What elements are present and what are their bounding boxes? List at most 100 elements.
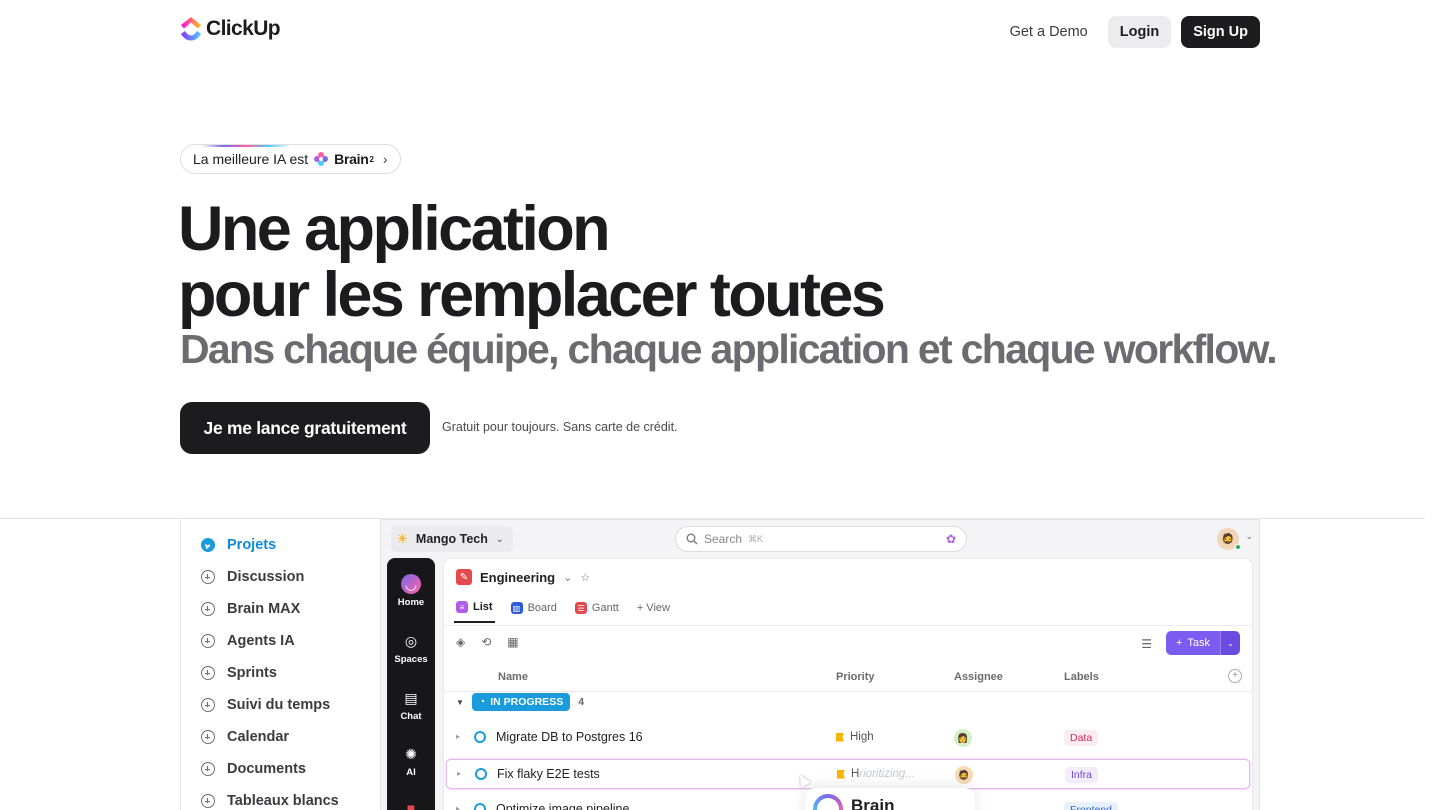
add-task-button[interactable]: + Task ⌄: [1165, 631, 1240, 655]
label-tag[interactable]: Data: [1064, 730, 1099, 746]
plus-circle-icon: [201, 570, 215, 584]
chat-icon: ▤: [404, 690, 418, 706]
priority-cell[interactable]: High: [836, 731, 874, 743]
workspace-switcher[interactable]: ✳ Mango Tech ⌄: [391, 526, 514, 552]
flag-icon: [836, 732, 844, 742]
chevron-down-icon[interactable]: ⌄: [1245, 531, 1253, 542]
rail-item-ai[interactable]: ✺ AI: [387, 744, 435, 778]
brain-announcement-pill[interactable]: La meilleure IA est Brain 2 ›: [180, 144, 401, 174]
label-tag[interactable]: Infra: [1065, 767, 1099, 783]
column-header-assignee[interactable]: Assignee: [954, 671, 1003, 683]
priority-cell[interactable]: Hrioritizing...: [837, 768, 915, 780]
list-view-panel: ✎ Engineering ⌄ ☆ ≡ List ▥ Board ☰ Gantt + …: [443, 558, 1254, 810]
rail-item-chat[interactable]: ▤ Chat: [387, 688, 435, 722]
start-free-button[interactable]: Je me lance gratuitement: [180, 402, 430, 454]
top-nav: ClickUp Get a Demo Login Sign Up: [0, 0, 1440, 64]
filter-icon[interactable]: ☰: [1141, 637, 1152, 651]
clickup-logo-icon: [181, 17, 201, 41]
signup-button[interactable]: Sign Up: [1181, 16, 1260, 48]
apps-icon: ■: [406, 800, 416, 810]
caret-right-icon[interactable]: ▸: [456, 804, 460, 810]
columns-icon[interactable]: ▦: [507, 635, 518, 649]
pill-brand: Brain: [334, 151, 369, 167]
feature-item-brain-max[interactable]: Brain MAX: [201, 601, 300, 617]
assignee-avatar[interactable]: 👩: [954, 729, 972, 747]
ai-spark-icon[interactable]: ✿: [946, 532, 956, 546]
layers-icon[interactable]: ◈: [456, 635, 465, 649]
status-circle-icon[interactable]: [475, 768, 487, 780]
caret-right-icon[interactable]: ▸: [456, 732, 460, 741]
hero-title: Une application pour les remplacer toute…: [178, 196, 886, 330]
column-header-labels[interactable]: Labels: [1064, 671, 1099, 683]
get-demo-link[interactable]: Get a Demo: [1000, 16, 1098, 48]
feature-item-projets[interactable]: Projets: [201, 537, 276, 553]
chevron-down-icon: ⌄: [495, 533, 504, 544]
task-name[interactable]: Fix flaky E2E tests: [497, 767, 600, 781]
space-header[interactable]: ✎ Engineering ⌄ ☆: [456, 569, 590, 585]
plus-icon: +: [1175, 637, 1183, 649]
search-shortcut: ⌘K: [748, 533, 764, 544]
rail-item-home[interactable]: ◡ Home: [387, 574, 435, 608]
status-circle-icon[interactable]: [474, 731, 486, 743]
chevron-right-icon: ›: [382, 151, 388, 167]
feature-item-discussion[interactable]: Discussion: [201, 569, 304, 585]
clickup-logo[interactable]: ClickUp: [180, 16, 281, 42]
table-row[interactable]: ▸ Migrate DB to Postgres 16 High 👩 Data: [446, 723, 1250, 753]
feature-list: Projets Discussion Brain MAX Agents IA S…: [180, 519, 380, 810]
hero-subtitle: Dans chaque équipe, chaque application e…: [180, 326, 1278, 372]
feature-label: Calendar: [227, 729, 290, 745]
online-status-dot: [1235, 544, 1241, 550]
board-view-icon: ▥: [510, 602, 523, 614]
search-input[interactable]: Search ⌘K ✿: [675, 526, 967, 552]
space-name: Engineering: [480, 569, 556, 585]
add-task-main[interactable]: + Task: [1165, 631, 1220, 655]
nav-actions: Get a Demo Login Sign Up: [1000, 16, 1260, 48]
status-circle-icon[interactable]: [474, 803, 486, 810]
chevron-down-icon[interactable]: ⌄: [1220, 631, 1240, 655]
caret-down-icon[interactable]: ▼: [456, 698, 464, 707]
column-header-priority[interactable]: Priority: [836, 671, 875, 683]
table-row[interactable]: ▸ Fix flaky E2E tests Hrioritizing... 🧔 …: [446, 759, 1250, 789]
tab-gantt[interactable]: ☰ Gantt: [573, 597, 621, 623]
rail-item-spaces[interactable]: ◎ Spaces: [387, 631, 435, 665]
feature-item-calendar[interactable]: Calendar: [201, 729, 289, 745]
rail-item-apps[interactable]: ■: [387, 798, 435, 810]
rail-label: AI: [406, 767, 416, 778]
search-placeholder: Search: [704, 532, 743, 546]
star-icon[interactable]: ☆: [580, 571, 590, 584]
feature-label: Sprints: [227, 665, 277, 681]
workspace-name: Mango Tech: [415, 532, 488, 546]
add-view-button[interactable]: + View: [635, 597, 672, 623]
feature-item-documents[interactable]: Documents: [201, 761, 306, 777]
tab-label: Gantt: [591, 602, 619, 614]
chevron-down-icon[interactable]: ⌄: [563, 571, 572, 584]
status-group[interactable]: ▼ ◔ IN PROGRESS 4: [456, 693, 584, 711]
hero-title-line2: pour les remplacer toutes: [178, 260, 886, 330]
feature-label: Suivi du temps: [227, 697, 331, 713]
tab-list[interactable]: ≡ List: [454, 597, 495, 623]
flag-icon: [837, 769, 845, 779]
subtasks-icon[interactable]: ⟲: [481, 635, 491, 649]
brain-popup[interactable]: Brain: [805, 788, 975, 810]
workspace-logo-icon: ✳: [397, 531, 408, 546]
feature-label: Projets: [227, 537, 277, 553]
feature-item-agents-ia[interactable]: Agents IA: [201, 633, 295, 649]
brain-icon: [813, 794, 843, 810]
plus-circle-icon: [201, 602, 215, 616]
gantt-view-icon: ☰: [574, 602, 587, 614]
caret-right-icon[interactable]: ▸: [457, 769, 461, 778]
status-count: 4: [578, 696, 585, 708]
login-button[interactable]: Login: [1107, 16, 1172, 48]
task-name[interactable]: Migrate DB to Postgres 16: [496, 730, 643, 744]
column-header-name[interactable]: Name: [498, 671, 528, 683]
feature-item-time-tracking[interactable]: Suivi du temps: [201, 697, 330, 713]
label-tag[interactable]: Frontend: [1064, 802, 1119, 810]
feature-item-sprints[interactable]: Sprints: [201, 665, 277, 681]
tab-board[interactable]: ▥ Board: [509, 597, 559, 623]
feature-item-whiteboards[interactable]: Tableaux blancs: [201, 793, 339, 809]
rail-label: Spaces: [394, 654, 428, 665]
assignee-avatar[interactable]: 🧔: [955, 766, 973, 784]
check-circle-icon: [201, 538, 215, 552]
add-column-icon[interactable]: +: [1228, 669, 1242, 683]
task-name[interactable]: Optimize image pipeline: [496, 802, 629, 810]
